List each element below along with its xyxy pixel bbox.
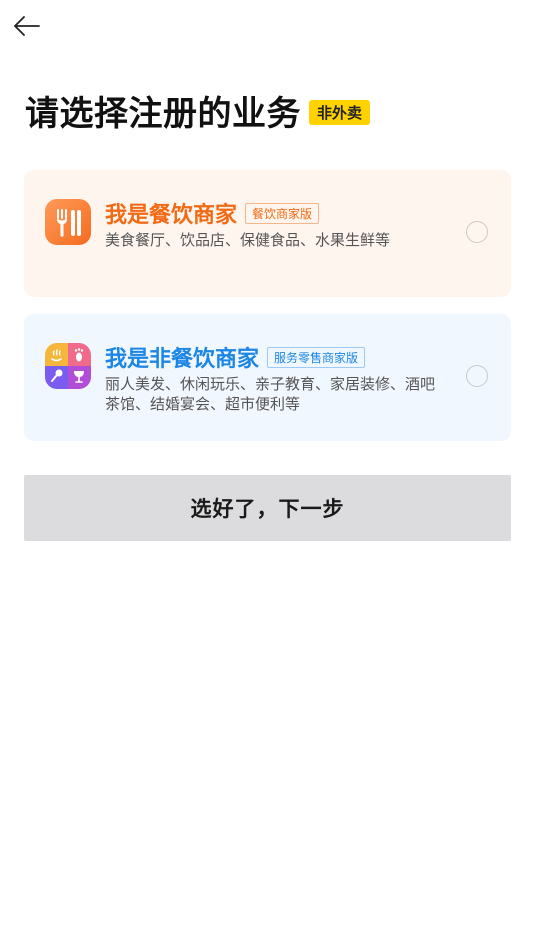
fork-knife-icon: [45, 199, 91, 245]
arrow-left-icon: [14, 16, 40, 36]
radio-button-nonfood[interactable]: [466, 365, 488, 387]
option-card-food[interactable]: 我是餐饮商家 餐饮商家版 美食餐厅、饮品店、保健食品、水果生鲜等: [24, 170, 511, 297]
option-header: 我是餐饮商家 餐饮商家版: [105, 197, 320, 229]
option-title: 我是餐饮商家: [105, 203, 238, 228]
option-title: 我是非餐饮商家: [105, 347, 260, 372]
title-row: 请选择注册的业务 非外卖: [25, 86, 371, 135]
page-title: 请选择注册的业务: [25, 94, 301, 134]
multi-service-icon: [45, 343, 91, 389]
back-button[interactable]: [10, 10, 44, 42]
option-tag: 餐饮商家版: [245, 202, 320, 224]
option-header: 我是非餐饮商家 服务零售商家版: [105, 341, 366, 373]
next-step-button[interactable]: 选好了，下一步: [24, 475, 511, 541]
option-card-nonfood[interactable]: 我是非餐饮商家 服务零售商家版 丽人美发、休闲玩乐、亲子教育、家居装修、酒吧茶馆…: [24, 314, 511, 441]
option-description: 丽人美发、休闲玩乐、亲子教育、家居装修、酒吧茶馆、结婚宴会、超市便利等: [105, 375, 436, 413]
title-badge: 非外卖: [309, 100, 371, 125]
option-tag: 服务零售商家版: [267, 346, 366, 368]
option-description: 美食餐厅、饮品店、保健食品、水果生鲜等: [105, 231, 391, 249]
radio-button-food[interactable]: [466, 221, 488, 243]
